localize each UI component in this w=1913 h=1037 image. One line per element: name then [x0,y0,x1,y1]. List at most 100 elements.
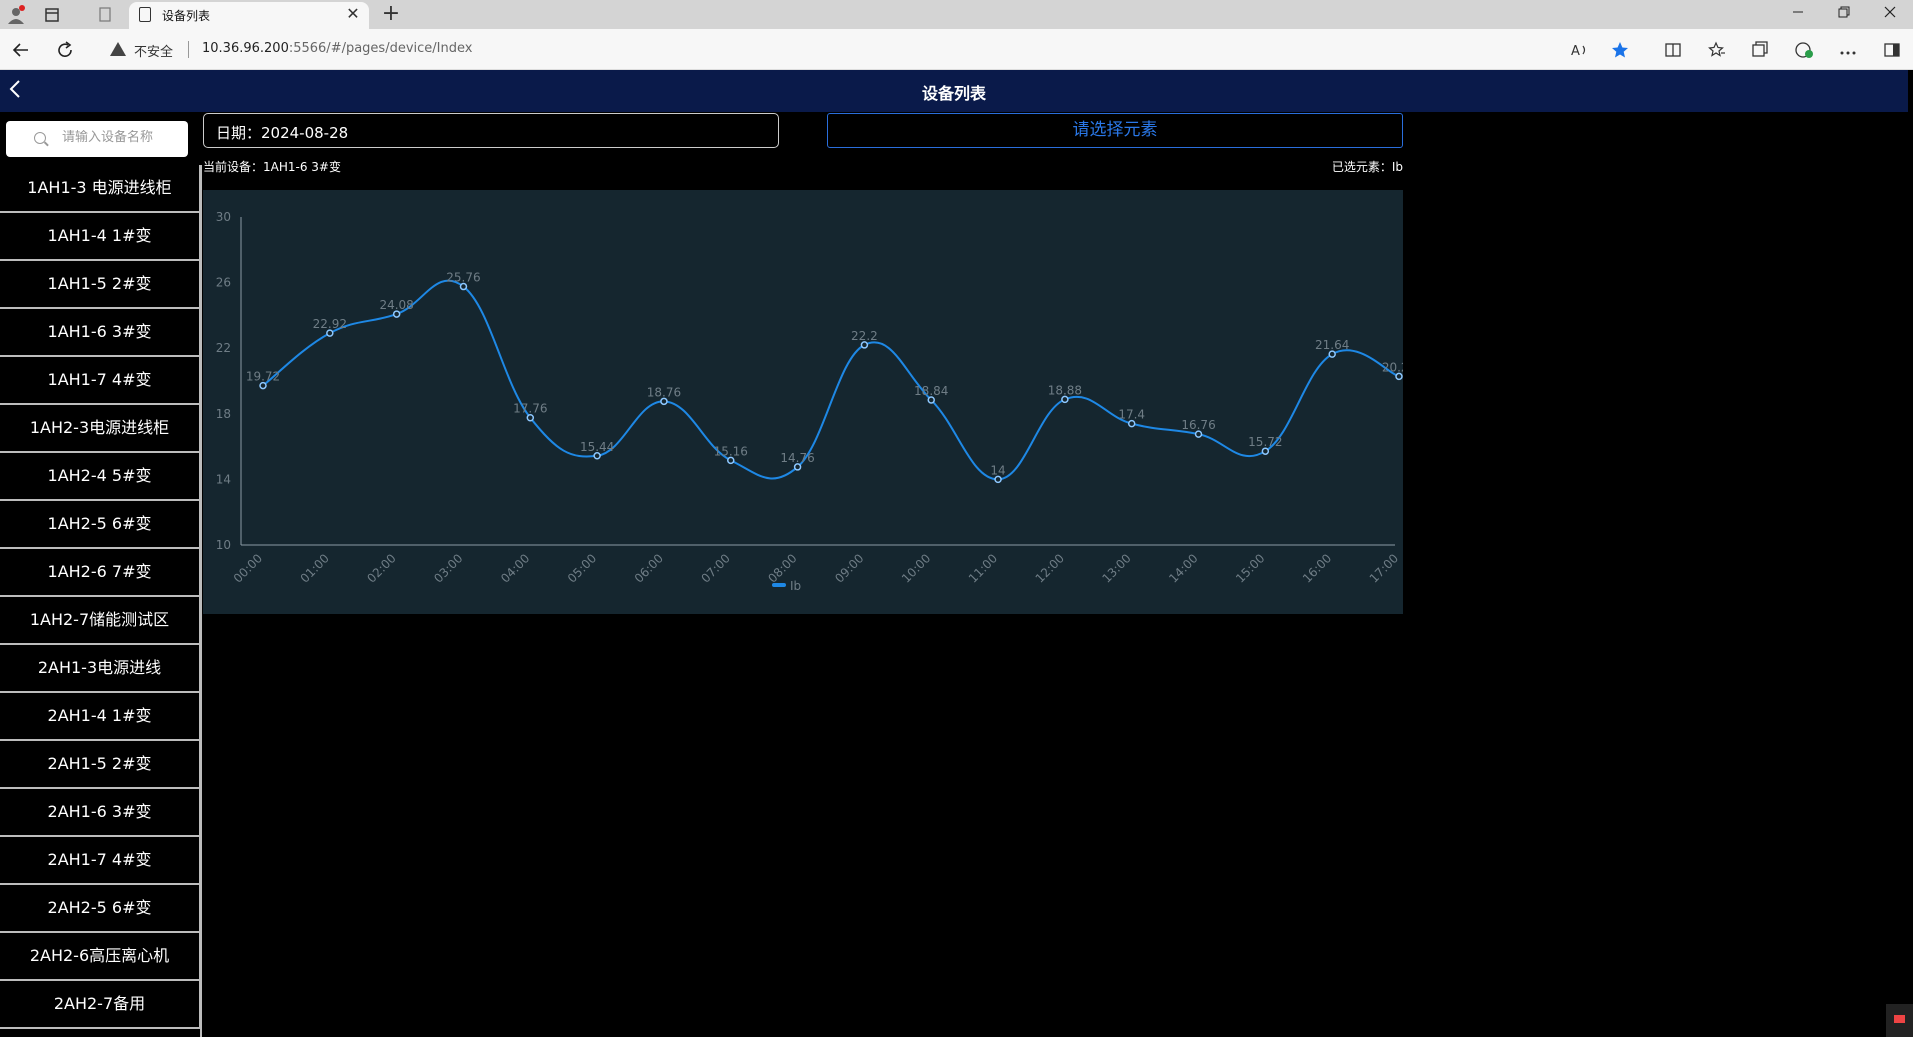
data-label: 19.72 [246,370,280,384]
data-label: 22.92 [313,317,347,331]
selected-element-label: 已选元素：Ib [1331,160,1403,174]
more-menu-icon[interactable] [1836,38,1860,62]
device-list-item[interactable]: 1AH2-6 7#变 [0,549,201,597]
x-tick-label: 15:00 [1233,551,1267,585]
split-screen-icon[interactable] [1661,38,1685,62]
tab-actions-icon[interactable] [40,4,64,26]
line-chart: 10 14 18 22 26 30 00:00 01:00 02:00 03:00 04:00 05:… [216,210,1403,593]
minimize-icon[interactable] [1775,0,1821,29]
element-select[interactable]: 请选择元素 [827,113,1403,148]
data-label: 18.88 [1048,383,1082,397]
x-tick-label: 09:00 [832,551,866,585]
device-list-item[interactable]: 2AH1-3电源进线 [0,645,201,693]
url-path: :5566/#/pages/device/Index [288,41,473,56]
y-tick-label: 14 [216,472,231,486]
x-tick-label: 00:00 [231,551,265,585]
y-tick-label: 26 [216,276,231,290]
device-list-item[interactable]: 2AH2-7备用 [0,981,201,1029]
tab-close-icon[interactable]: ✕ [343,4,363,24]
data-label: 22.2 [851,329,878,343]
device-list-item[interactable]: 1AH1-4 1#变 [0,213,201,261]
x-tick-label: 04:00 [498,551,532,585]
x-tick-label: 11:00 [966,551,1000,585]
chart-panel: 10 14 18 22 26 30 00:00 01:00 02:00 03:00 04:00 05:… [203,190,1403,614]
data-label: 14.76 [780,451,814,465]
svg-text:A: A [1571,44,1580,58]
x-tick-label: 10:00 [899,551,933,585]
x-tick-label: 02:00 [364,551,398,585]
x-tick-label: 17:00 [1367,551,1401,585]
device-list-item[interactable]: 1AH2-4 5#变 [0,453,201,501]
app-header: 设备列表 [0,70,1908,112]
address-divider [188,41,189,58]
x-tick-label: 07:00 [699,551,733,585]
sidebar-divider [200,165,202,1037]
device-list-item[interactable]: 2AH2-5 6#变 [0,885,201,933]
x-tick-label: 06:00 [632,551,666,585]
data-label: 25.76 [446,271,480,285]
device-list-item[interactable]: 1AH2-3电源进线柜 [0,405,201,453]
device-list-item[interactable]: 2AH1-4 1#变 [0,693,201,741]
device-search-input[interactable] [62,130,182,145]
x-tick-label: 14:00 [1166,551,1200,585]
data-label: 18.84 [914,384,948,398]
device-list-item[interactable]: 2AH1-5 2#变 [0,741,201,789]
legend-swatch [772,583,786,587]
device-list-item[interactable]: 1AH2-5 6#变 [0,501,201,549]
tab-active[interactable]: 设备列表 ✕ [129,2,369,29]
series-line-ib [262,279,1400,481]
data-label: 15.44 [580,440,614,454]
y-tick-label: 10 [216,538,231,552]
tab-page-icon [139,7,151,22]
search-icon [34,132,46,144]
x-tick-label: 01:00 [298,551,332,585]
tab-title: 设备列表 [162,9,211,23]
device-list-item[interactable]: 2AH1-7 4#变 [0,837,201,885]
new-tab-icon[interactable]: + [378,1,404,27]
x-tick-label: 03:00 [431,551,465,585]
device-search-box[interactable] [6,121,188,157]
x-tick-label: 16:00 [1300,551,1334,585]
data-label: 16.76 [1181,418,1215,432]
device-list-item[interactable]: 1AH2-7储能测试区 [0,597,201,645]
browser-tab-bar: 设备列表 ✕ + [0,0,1913,29]
legend-label: Ib [790,579,801,593]
data-label: 17.4 [1118,408,1145,422]
collections-icon[interactable] [1748,38,1772,62]
restore-icon[interactable] [1821,0,1867,29]
read-aloud-icon[interactable]: A [1568,38,1592,62]
reload-icon[interactable] [52,37,78,63]
close-window-icon[interactable] [1867,0,1913,29]
data-label: 18.76 [647,385,681,399]
profile-icon[interactable] [6,5,26,25]
y-tick-label: 22 [216,341,231,355]
extension-icon[interactable] [1792,38,1816,62]
x-tick-label: 13:00 [1099,551,1133,585]
device-list-item[interactable]: 1AH1-3 电源进线柜 [0,165,201,213]
url-field[interactable]: 10.36.96.200:5566/#/pages/device/Index [202,41,472,56]
data-label: 15.16 [714,444,748,458]
page-icon[interactable] [93,4,117,26]
device-list-item[interactable]: 2AH2-6高压离心机 [0,933,201,981]
device-list: 1AH1-3 电源进线柜 1AH1-4 1#变 1AH1-5 2#变 1AH1-6 3… [0,165,201,1029]
device-list-item[interactable]: 1AH1-6 3#变 [0,309,201,357]
data-label: 20.28 [1382,360,1403,374]
security-status[interactable]: 不安全 [134,41,173,60]
back-icon[interactable] [8,37,34,63]
y-tick-label: 18 [216,407,231,421]
device-list-item[interactable]: 1AH1-5 2#变 [0,261,201,309]
favorites-icon[interactable] [1705,38,1729,62]
x-tick-label: 12:00 [1033,551,1067,585]
device-list-item[interactable]: 2AH1-6 3#变 [0,789,201,837]
data-label: 15.72 [1248,435,1282,449]
sidebar-toggle-icon[interactable] [1880,38,1904,62]
date-value: 日期：2024-08-28 [216,124,349,142]
warning-icon [110,42,126,56]
page-title: 设备列表 [921,84,986,103]
feedback-flag-icon[interactable] [1886,1004,1913,1037]
device-list-item[interactable]: 1AH1-7 4#变 [0,357,201,405]
x-tick-label: 05:00 [565,551,599,585]
favorite-star-icon[interactable] [1608,38,1632,62]
data-label: 14 [990,463,1005,477]
date-field[interactable]: 日期：2024-08-28 [203,113,779,148]
